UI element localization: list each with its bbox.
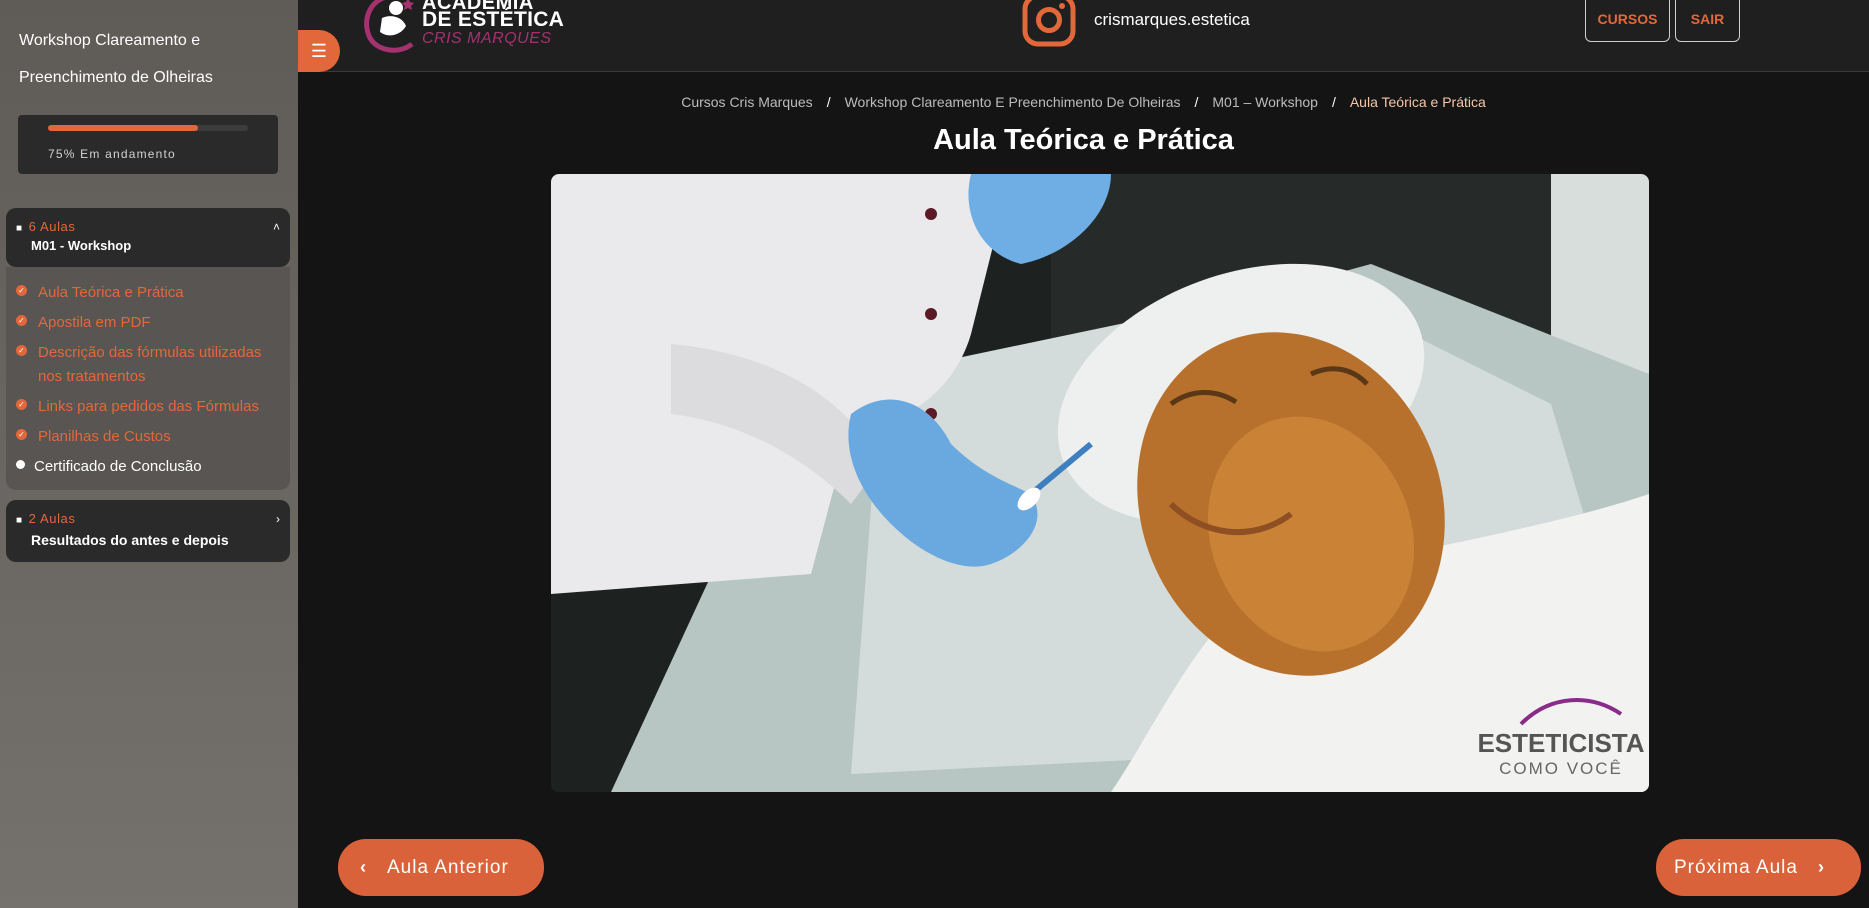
video-frame: ESTETICISTA COMO VOCÊ	[551, 174, 1649, 792]
logo-text-line2: DE ESTÉTICA	[422, 8, 565, 31]
course-sidebar: Workshop Clareamento e Preenchimento de …	[0, 0, 298, 908]
chevron-right-icon: ›	[1817, 857, 1825, 877]
menu-toggle-button[interactable]: ☰	[298, 30, 340, 72]
module-header-m01[interactable]: ■ 6 Aulas M01 - Workshop ˄	[6, 208, 290, 267]
module-lesson-count: ■ 6 Aulas	[16, 219, 75, 234]
check-circle-icon: ✓	[16, 285, 27, 296]
breadcrumb-separator: /	[826, 94, 831, 110]
breadcrumb-link[interactable]: M01 – Workshop	[1212, 94, 1318, 110]
top-header: ☰ ACADEMIA DE ESTÉTICA CRIS MARQUES cris…	[298, 0, 1869, 72]
breadcrumb-link[interactable]: Cursos Cris Marques	[681, 94, 812, 110]
check-circle-icon: ✓	[16, 399, 27, 410]
progress-label: 75% Em andamento	[48, 147, 176, 161]
progress-bar	[48, 125, 248, 131]
progress-bar-fill	[48, 125, 198, 131]
instagram-icon[interactable]	[1022, 0, 1076, 48]
watermark-text-line1: ESTETICISTA	[1477, 728, 1644, 758]
previous-lesson-label: Aula Anterior	[387, 856, 509, 878]
course-title: Workshop Clareamento e Preenchimento de …	[19, 32, 213, 86]
check-circle-icon: ✓	[16, 345, 27, 356]
logo-emblem-icon	[364, 0, 414, 53]
chevron-up-icon[interactable]: ˄	[273, 220, 280, 234]
module-title: M01 - Workshop	[31, 238, 132, 253]
breadcrumb-link[interactable]: Workshop Clareamento E Preenchimento De …	[845, 94, 1181, 110]
lesson-item[interactable]: ✓ Links para pedidos das Fórmulas	[16, 395, 283, 419]
watermark-text-line2: COMO VOCÊ	[1499, 759, 1623, 778]
lesson-label[interactable]: Links para pedidos das Fórmulas	[38, 395, 283, 419]
previous-lesson-button[interactable]: ‹ Aula Anterior	[338, 839, 544, 896]
progress-panel: 75% Em andamento	[18, 115, 278, 174]
breadcrumb-separator: /	[1194, 94, 1199, 110]
logo-text-line3: CRIS MARQUES	[422, 30, 552, 47]
academy-logo[interactable]: ACADEMIA DE ESTÉTICA CRIS MARQUES	[360, 0, 570, 56]
breadcrumb: Cursos Cris Marques / Workshop Clareamento…	[298, 94, 1869, 110]
bookmark-icon: ■	[16, 515, 23, 526]
hamburger-icon: ☰	[310, 41, 328, 61]
lesson-item[interactable]: ✓ Apostila em PDF	[16, 311, 283, 335]
lesson-video-player[interactable]: ESTETICISTA COMO VOCÊ	[551, 174, 1649, 792]
lesson-item[interactable]: ✓ Descrição das fórmulas utilizadas nos …	[16, 341, 283, 389]
module-count-text: 6 Aulas	[28, 219, 76, 234]
lesson-label[interactable]: Descrição das fórmulas utilizadas nos tr…	[38, 341, 283, 389]
bookmark-icon: ■	[16, 223, 23, 234]
chevron-right-icon[interactable]: ›	[276, 512, 280, 526]
cursos-button[interactable]: CURSOS	[1585, 0, 1670, 42]
module-header-resultados[interactable]: ■ 2 Aulas Resultados do antes e depois ›	[6, 500, 290, 562]
lesson-label[interactable]: Planilhas de Custos	[38, 425, 283, 449]
check-circle-icon: ✓	[16, 429, 27, 440]
module-count-text: 2 Aulas	[28, 511, 76, 526]
module-lesson-count: ■ 2 Aulas	[16, 511, 75, 526]
breadcrumb-current: Aula Teórica e Prática	[1349, 94, 1486, 110]
lesson-item[interactable]: ✓ Aula Teórica e Prática	[16, 281, 283, 305]
check-circle-icon: ✓	[16, 315, 27, 326]
next-lesson-label: Próxima Aula	[1674, 856, 1798, 878]
breadcrumb-separator: /	[1331, 94, 1336, 110]
pending-dot-icon	[16, 460, 25, 469]
next-lesson-button[interactable]: Próxima Aula ›	[1656, 839, 1861, 896]
lesson-item[interactable]: Certificado de Conclusão	[16, 455, 279, 479]
chevron-left-icon: ‹	[360, 857, 367, 877]
lesson-item[interactable]: ✓ Planilhas de Custos	[16, 425, 283, 449]
lesson-label[interactable]: Certificado de Conclusão	[34, 455, 279, 479]
lesson-list: ✓ Aula Teórica e Prática ✓ Apostila em P…	[6, 267, 290, 490]
sair-button[interactable]: SAIR	[1675, 0, 1740, 42]
lesson-label[interactable]: Apostila em PDF	[38, 311, 283, 335]
lesson-label[interactable]: Aula Teórica e Prática	[38, 281, 283, 305]
instagram-handle-link[interactable]: crismarques.estetica	[1094, 10, 1250, 30]
module-title: Resultados do antes e depois	[31, 532, 229, 548]
page-title: Aula Teórica e Prática	[933, 124, 1234, 156]
